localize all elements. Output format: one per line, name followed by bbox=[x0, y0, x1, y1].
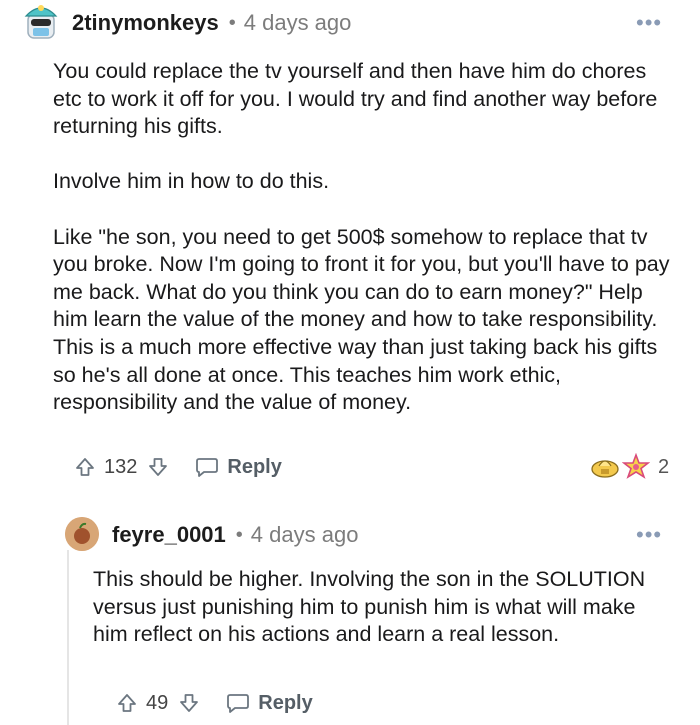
upvote-icon[interactable] bbox=[116, 692, 138, 714]
separator-dot: • bbox=[228, 11, 236, 34]
username[interactable]: 2tinymonkeys bbox=[72, 10, 219, 36]
reply-button[interactable]: Reply bbox=[195, 455, 282, 479]
comment-paragraph: Involve him in how to do this. bbox=[53, 169, 330, 194]
avatar[interactable] bbox=[22, 0, 60, 42]
comment-body: This should be higher. Involving the son… bbox=[93, 566, 663, 649]
comment-meta: 2tinymonkeys • 4 days ago bbox=[72, 8, 351, 38]
award-icon bbox=[590, 454, 620, 480]
separator-dot: • bbox=[235, 523, 243, 546]
comment-actions: 132 Reply bbox=[74, 454, 282, 480]
vote-count: 132 bbox=[104, 455, 138, 478]
more-icon[interactable]: ••• bbox=[636, 524, 662, 546]
downvote-icon[interactable] bbox=[147, 456, 169, 478]
thread-line[interactable] bbox=[67, 550, 69, 725]
reply-label: Reply bbox=[258, 691, 313, 714]
timestamp: 4 days ago bbox=[243, 10, 352, 35]
vote-count: 49 bbox=[146, 691, 169, 714]
avatar[interactable] bbox=[65, 517, 99, 551]
comment-paragraph: This should be higher. Involving the son… bbox=[93, 567, 646, 647]
reply-bubble-icon bbox=[226, 692, 250, 714]
awards[interactable]: 2 bbox=[590, 452, 669, 482]
upvote-icon[interactable] bbox=[74, 456, 96, 478]
reply-bubble-icon bbox=[195, 456, 219, 478]
username[interactable]: feyre_0001 bbox=[112, 522, 226, 548]
awards-count: 2 bbox=[658, 455, 670, 478]
award-icon bbox=[622, 453, 650, 481]
more-icon[interactable]: ••• bbox=[636, 12, 662, 34]
comment-paragraph: You could replace the tv yourself and th… bbox=[53, 59, 658, 139]
downvote-icon[interactable] bbox=[178, 692, 200, 714]
timestamp: 4 days ago bbox=[250, 522, 359, 547]
comment-actions: 49 Reply bbox=[116, 690, 313, 716]
comment-meta: feyre_0001 • 4 days ago bbox=[112, 520, 358, 550]
reply-button[interactable]: Reply bbox=[226, 691, 313, 715]
comment-body: You could replace the tv yourself and th… bbox=[53, 58, 673, 417]
comment-paragraph: Like "he son, you need to get 500$ someh… bbox=[53, 224, 670, 415]
reply-label: Reply bbox=[227, 455, 282, 478]
